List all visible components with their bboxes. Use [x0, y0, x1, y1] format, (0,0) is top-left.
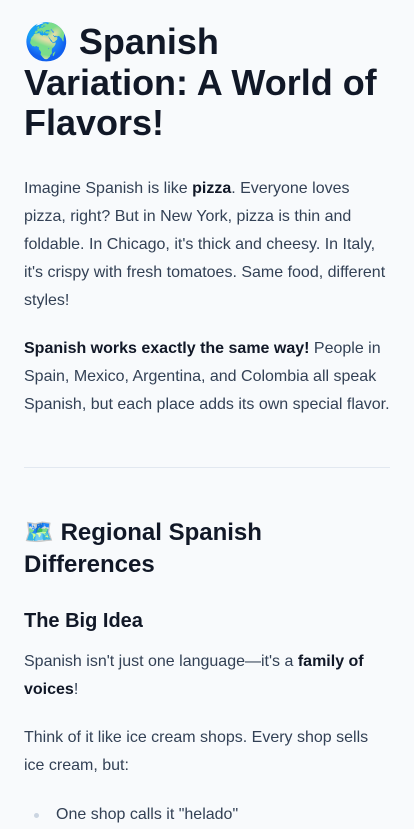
- section-heading-text: Regional Spanish Differences: [24, 519, 262, 578]
- intro-text-start: Imagine Spanish is like: [24, 180, 193, 197]
- page-title: 🌍 Spanish Variation: A World of Flavors!: [24, 22, 390, 143]
- ice-cream-paragraph: Think of it like ice cream shops. Every …: [24, 729, 369, 774]
- list-item: One shop calls it "helado": [24, 801, 390, 829]
- family-of-voices-paragraph: Spanish isn't just one language—it's a f…: [24, 648, 390, 704]
- family-text-end: !: [73, 681, 79, 698]
- section-heading: 🗺️ Regional Spanish Differences: [24, 516, 390, 581]
- bullet-dot: [34, 813, 39, 818]
- spanish-same-way-bold: Spanish works exactly the same way!: [24, 340, 310, 357]
- intro-paragraph-spanish: Spanish works exactly the same way! Peop…: [24, 335, 390, 419]
- list-item-text: One shop calls it "helado": [56, 806, 239, 823]
- pizza-bold: pizza: [192, 180, 232, 197]
- ice-cream-list: One shop calls it "helado": [24, 801, 390, 829]
- globe-icon: 🌍: [24, 22, 69, 63]
- section-divider: [24, 467, 390, 468]
- family-text-start: Spanish isn't just one language—it's a: [24, 653, 298, 670]
- map-icon: 🗺️: [24, 518, 54, 546]
- page-title-text: Spanish Variation: A World of Flavors!: [24, 21, 377, 143]
- intro-text-end: . Everyone loves pizza, right? But in Ne…: [24, 180, 386, 309]
- subheading-big-idea: The Big Idea: [24, 610, 143, 632]
- intro-paragraph-pizza: Imagine Spanish is like pizza. Everyone …: [24, 175, 390, 315]
